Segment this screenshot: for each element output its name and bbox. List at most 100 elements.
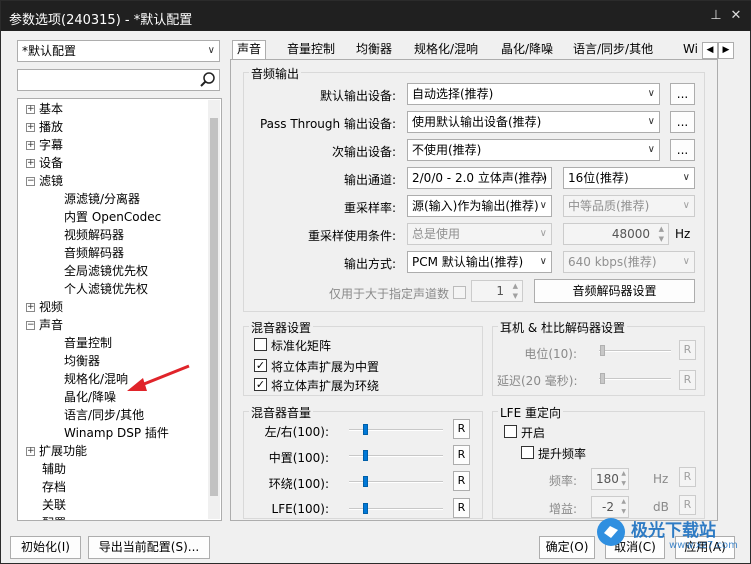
tree-item-label: 均衡器	[64, 354, 101, 368]
pin-icon[interactable]: ⊥	[708, 8, 724, 24]
tree-item[interactable]: 辅助	[42, 461, 66, 477]
mixer-volume-reset-button[interactable]: R	[453, 419, 470, 439]
export-config-button[interactable]: 导出当前配置(S)...	[88, 536, 210, 559]
init-button[interactable]: 初始化(I)	[10, 536, 81, 559]
resample-select[interactable]: 源(输入)作为输出(推荐) ∨	[407, 195, 552, 217]
expand-icon[interactable]: +	[26, 123, 35, 132]
tree-item[interactable]: − 声音	[26, 317, 63, 333]
mixer-volume-reset-button[interactable]: R	[453, 471, 470, 491]
resample-quality-select[interactable]: 中等品质(推荐) ∨	[563, 195, 695, 217]
bits-select[interactable]: 16位(推荐) ∨	[563, 167, 695, 189]
mixer-volume-slider-thumb[interactable]	[363, 476, 368, 487]
mixer-volume-label: 中置(100):	[268, 451, 329, 465]
ok-button[interactable]: 确定(O)	[539, 536, 595, 559]
level-slider[interactable]	[599, 350, 671, 352]
tree-item[interactable]: 视频解码器	[64, 227, 124, 243]
mixer-volume-slider-thumb[interactable]	[363, 503, 368, 514]
passthrough-select[interactable]: 使用默认输出设备(推荐) ∨	[407, 111, 660, 133]
delay-slider[interactable]	[599, 378, 671, 380]
close-icon[interactable]: ✕	[728, 8, 744, 24]
expand-icon[interactable]: +	[26, 447, 35, 456]
only-channels-checkbox[interactable]	[453, 286, 466, 299]
title-bar[interactable]: 参数选项(240315) - *默认配置 ⊥ ✕	[1, 1, 751, 31]
expand-icon[interactable]: +	[26, 303, 35, 312]
expand-icon[interactable]: +	[26, 105, 35, 114]
resample-cond-select[interactable]: 总是使用 ∨	[407, 223, 552, 245]
tree-item[interactable]: 内置 OpenCodec	[64, 209, 161, 225]
tab[interactable]: 均衡器	[352, 41, 396, 60]
tree-item[interactable]: 音频解码器	[64, 245, 124, 261]
tree-item[interactable]: 存档	[42, 479, 66, 495]
delay-slider-thumb[interactable]	[600, 373, 605, 384]
secondary-device-more-button[interactable]: ...	[670, 139, 695, 161]
level-slider-thumb[interactable]	[600, 345, 605, 356]
tree-search-input[interactable]	[17, 69, 220, 91]
search-icon[interactable]	[199, 71, 217, 89]
mixer-volume-slider-thumb[interactable]	[363, 424, 368, 435]
tree-item[interactable]: + 基本	[26, 101, 63, 117]
tree-item[interactable]: − 滤镜	[26, 173, 63, 189]
tab-scroll-left-icon[interactable]: ◀	[702, 42, 718, 59]
tree-item[interactable]: + 扩展功能	[26, 443, 87, 459]
lfe-enable-checkbox[interactable]	[504, 425, 517, 438]
tab[interactable]: 音量控制	[283, 41, 339, 60]
tree-item[interactable]: 配置	[42, 515, 66, 520]
tree-item[interactable]: 语言/同步/其他	[64, 407, 144, 423]
default-device-select[interactable]: 自动选择(推荐) ∨	[407, 83, 660, 105]
tab[interactable]: 规格化/混响	[410, 41, 482, 60]
stereo-center-label: 将立体声扩展为中置	[271, 360, 380, 374]
freq-reset-button[interactable]: R	[679, 467, 696, 487]
profile-select[interactable]: *默认配置 ∨	[17, 40, 220, 62]
spin-icon[interactable]: ▲ ▼	[659, 224, 664, 244]
collapse-icon[interactable]: −	[26, 177, 35, 186]
mixer-volume-slider-thumb[interactable]	[363, 450, 368, 461]
collapse-icon[interactable]: −	[26, 321, 35, 330]
level-reset-button[interactable]: R	[679, 340, 696, 360]
tab[interactable]: 语言/同步/其他	[569, 41, 657, 60]
tree-item[interactable]: 关联	[42, 497, 66, 513]
tab[interactable]: Wi	[679, 41, 702, 60]
tree-item[interactable]: Winamp DSP 插件	[64, 425, 169, 441]
tab[interactable]: 晶化/降噪	[497, 41, 557, 60]
default-device-more-button[interactable]: ...	[670, 83, 695, 105]
mixer-volume-label: 环绕(100):	[268, 477, 329, 491]
decoder-settings-button[interactable]: 音频解码器设置	[534, 279, 695, 303]
channels-spinner[interactable]: 1 ▲ ▼	[471, 280, 523, 302]
standard-matrix-checkbox[interactable]	[254, 338, 267, 351]
tree-item[interactable]: 个人滤镜优先权	[64, 281, 148, 297]
spin-icon[interactable]: ▲ ▼	[513, 281, 518, 301]
output-mode-select[interactable]: PCM 默认输出(推荐) ∨	[407, 251, 552, 273]
tab[interactable]: 声音	[232, 40, 267, 60]
expand-icon[interactable]: +	[26, 141, 35, 150]
secondary-device-select[interactable]: 不使用(推荐) ∨	[407, 139, 660, 161]
boost-checkbox[interactable]	[521, 446, 534, 459]
tree-item[interactable]: 源滤镜/分离器	[64, 191, 140, 207]
hz-spinner[interactable]: 48000 ▲ ▼	[563, 223, 669, 245]
channel-select[interactable]: 2/0/0 - 2.0 立体声(推荐) ∨	[407, 167, 552, 189]
expand-icon[interactable]: +	[26, 159, 35, 168]
chevron-down-icon: ∨	[539, 172, 547, 183]
tree-item-label: 内置 OpenCodec	[64, 210, 162, 224]
stereo-surround-checkbox[interactable]: ✓	[254, 378, 267, 391]
delay-reset-button[interactable]: R	[679, 370, 696, 390]
tab-scroll-right-icon[interactable]: ▶	[718, 42, 734, 59]
spin-icon[interactable]: ▲ ▼	[621, 469, 626, 489]
tree-item[interactable]: 均衡器	[64, 353, 100, 369]
bitrate-select[interactable]: 640 kbps(推荐) ∨	[563, 251, 695, 273]
freq-spinner[interactable]: 180 ▲ ▼	[591, 468, 629, 490]
tree-item[interactable]: + 播放	[26, 119, 63, 135]
tree-scrollbar[interactable]	[208, 100, 220, 519]
mixer-volume-reset-button[interactable]: R	[453, 498, 470, 518]
stereo-center-checkbox[interactable]: ✓	[254, 359, 267, 372]
tree-item[interactable]: 晶化/降噪	[64, 389, 116, 405]
tree-item[interactable]: + 设备	[26, 155, 63, 171]
tree-item[interactable]: + 视频	[26, 299, 63, 315]
tree-scrollbar-thumb[interactable]	[210, 118, 218, 496]
tree-item[interactable]: 音量控制	[64, 335, 112, 351]
passthrough-more-button[interactable]: ...	[670, 111, 695, 133]
mixer-volume-reset-button[interactable]: R	[453, 445, 470, 465]
tree-item[interactable]: + 字幕	[26, 137, 63, 153]
tree-item[interactable]: 全局滤镜优先权	[64, 263, 148, 279]
chevron-down-icon: ∨	[539, 256, 547, 267]
only-channels-label: 仅用于大于指定声道数	[328, 287, 449, 301]
